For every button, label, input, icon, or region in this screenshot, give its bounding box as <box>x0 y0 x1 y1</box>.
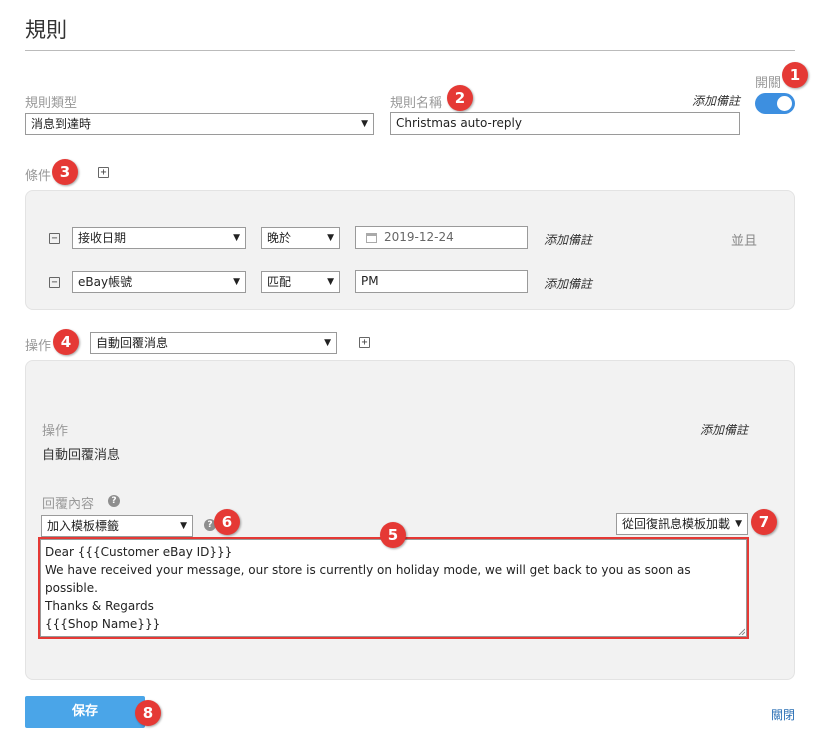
condition-operator-select[interactable]: 晚於 ▼ <box>261 227 340 249</box>
remove-condition-icon[interactable]: − <box>49 233 60 244</box>
add-condition-icon[interactable]: + <box>98 167 109 178</box>
condition-field-select[interactable]: eBay帳號 ▼ <box>72 271 246 293</box>
callout-badge-7: 7 <box>751 509 777 535</box>
resize-handle-icon[interactable] <box>738 628 745 635</box>
callout-badge-3: 3 <box>52 159 78 185</box>
load-template-value: 從回復訊息模板加載 <box>622 517 731 531</box>
toggle-knob <box>777 96 792 111</box>
action-label: 操作 <box>25 339 52 354</box>
rule-name-input[interactable]: Christmas auto-reply <box>390 112 740 135</box>
rule-type-select[interactable]: 消息到達時 ▼ <box>25 113 374 135</box>
condition-operator-value: 晚於 <box>267 231 292 245</box>
title-divider <box>25 50 795 51</box>
help-icon[interactable]: ? <box>108 495 120 507</box>
remove-condition-icon[interactable]: − <box>49 277 60 288</box>
condition-date-input[interactable]: 2019-12-24 <box>355 226 528 249</box>
reply-content-label: 回覆內容 <box>42 497 95 512</box>
action-select[interactable]: 自動回覆消息 ▼ <box>90 332 337 354</box>
condition-field-value: eBay帳號 <box>78 275 133 289</box>
add-action-icon[interactable]: + <box>359 337 370 348</box>
message-line: Thanks & Regards <box>45 599 154 613</box>
action-detail-name: 自動回覆消息 <box>42 448 121 463</box>
action-detail-heading: 操作 <box>42 424 69 439</box>
save-button[interactable]: 保存 <box>25 696 145 728</box>
chevron-down-icon: ▼ <box>735 519 742 529</box>
condition-add-note-link[interactable]: 添加備註 <box>544 231 592 248</box>
page-title: 規則 <box>25 18 67 42</box>
calendar-icon <box>366 233 377 243</box>
callout-badge-6: 6 <box>214 509 240 535</box>
insert-tag-select[interactable]: 加入模板標籤 ▼ <box>41 515 193 537</box>
condition-operator-value: 匹配 <box>267 275 292 289</box>
chevron-down-icon: ▼ <box>180 521 187 531</box>
chevron-down-icon: ▼ <box>327 233 334 243</box>
reply-message-textarea[interactable]: Dear {{{Customer eBay ID}}} We have rece… <box>40 539 747 637</box>
condition-field-select[interactable]: 接收日期 ▼ <box>72 227 246 249</box>
rule-add-note-link[interactable]: 添加備註 <box>692 92 740 109</box>
action-value: 自動回覆消息 <box>96 336 169 350</box>
message-line: We have received your message, our store… <box>45 563 691 595</box>
callout-badge-5: 5 <box>380 522 406 548</box>
condition-add-note-link[interactable]: 添加備註 <box>544 275 592 292</box>
callout-badge-1: 1 <box>782 62 808 88</box>
chevron-down-icon: ▼ <box>361 119 368 129</box>
switch-label: 開關 <box>755 76 782 91</box>
conditions-label: 條件 <box>25 169 52 184</box>
callout-badge-8: 8 <box>135 700 161 726</box>
and-label: 並且 <box>731 234 758 249</box>
callout-badge-2: 2 <box>447 85 473 111</box>
rule-type-label: 規則類型 <box>25 96 78 111</box>
rule-enable-toggle[interactable] <box>755 93 795 114</box>
rule-name-label: 規則名稱 <box>390 96 443 111</box>
close-link[interactable]: 關閉 <box>771 706 795 723</box>
condition-field-value: 接收日期 <box>78 231 127 245</box>
chevron-down-icon: ▼ <box>327 277 334 287</box>
message-line: {{{Shop Name}}} <box>45 617 161 631</box>
rule-type-value: 消息到達時 <box>31 117 92 131</box>
condition-value-input[interactable]: PM <box>355 270 528 293</box>
callout-badge-4: 4 <box>53 329 79 355</box>
load-template-select[interactable]: 從回復訊息模板加載 ▼ <box>616 513 748 535</box>
condition-operator-select[interactable]: 匹配 ▼ <box>261 271 340 293</box>
chevron-down-icon: ▼ <box>233 277 240 287</box>
chevron-down-icon: ▼ <box>324 338 331 348</box>
chevron-down-icon: ▼ <box>233 233 240 243</box>
condition-date-value: 2019-12-24 <box>384 230 454 244</box>
action-add-note-link[interactable]: 添加備註 <box>700 421 748 438</box>
insert-tag-value: 加入模板標籤 <box>47 519 120 533</box>
